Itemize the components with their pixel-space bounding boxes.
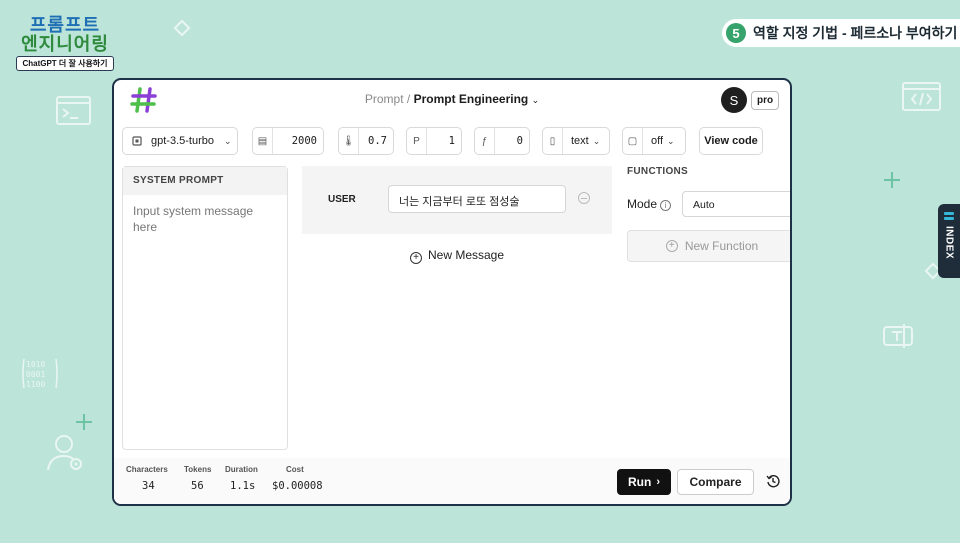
tokens-value: 56 xyxy=(191,480,204,492)
chapter-title-banner: 5 역할 지정 기법 - 페르소나 부여하기 xyxy=(722,19,960,47)
svg-text:1010: 1010 xyxy=(26,360,45,369)
tokens-stat: Tokens 56 xyxy=(184,465,211,492)
message-row: USER 너는 지금부터 로또 점성술 xyxy=(302,166,612,234)
breadcrumb-current[interactable]: Prompt Engineering xyxy=(414,92,529,106)
view-code-button[interactable]: View code xyxy=(699,127,763,155)
plus-circle-icon: + xyxy=(665,240,678,252)
index-tab[interactable]: INDEX xyxy=(938,204,960,278)
history-icon[interactable] xyxy=(766,474,780,488)
breadcrumb: Prompt / Prompt Engineering ⌄ xyxy=(114,92,790,106)
message-input[interactable]: 너는 지금부터 로또 점성술 xyxy=(388,185,566,213)
new-function-button[interactable]: + New Function xyxy=(627,230,790,262)
frequency-penalty-field[interactable]: ƒ 0 xyxy=(474,127,530,155)
functions-header: FUNCTIONS xyxy=(627,166,689,177)
functions-panel: FUNCTIONS Mode i Auto + New Function xyxy=(627,166,790,262)
index-tab-label: INDEX xyxy=(943,226,955,260)
characters-stat: Characters 34 xyxy=(126,465,168,492)
logo-tagline: ChatGPT 더 잘 사용하기 xyxy=(16,56,114,71)
chevron-right-icon: › xyxy=(656,476,660,488)
frequency-penalty-value: 0 xyxy=(516,135,523,147)
top-p-icon: P xyxy=(407,128,427,154)
text-tool-icon xyxy=(882,322,914,350)
new-message-button[interactable]: + New Message xyxy=(302,248,612,264)
model-value: gpt-3.5-turbo xyxy=(151,135,214,147)
chevron-down-icon: ⌄ xyxy=(592,135,601,146)
course-logo: 프롬프트 엔지니어링 ChatGPT 더 잘 사용하기 xyxy=(16,16,114,71)
response-format-select[interactable]: ▯ text ⌄ xyxy=(542,127,610,155)
playground-window: Prompt / Prompt Engineering ⌄ S pro gpt-… xyxy=(112,78,792,506)
user-avatar[interactable]: S xyxy=(721,87,747,113)
run-label: Run xyxy=(628,475,652,489)
chevron-down-icon[interactable]: ⌄ xyxy=(532,95,540,105)
plus-decoration xyxy=(882,170,902,190)
message-role[interactable]: USER xyxy=(328,194,356,205)
binary-icon: 1010 0001 1100 xyxy=(22,358,58,390)
cost-value: $0.00008 xyxy=(272,480,323,492)
svg-text:1100: 1100 xyxy=(26,380,45,389)
user-settings-icon xyxy=(44,432,88,472)
top-bar: Prompt / Prompt Engineering ⌄ S pro xyxy=(114,80,790,120)
duration-stat: Duration 1.1s xyxy=(225,465,258,492)
system-prompt-panel[interactable]: SYSTEM PROMPT Input system message here xyxy=(122,166,288,450)
top-p-value: 1 xyxy=(448,135,455,147)
cost-label: Cost xyxy=(286,465,304,474)
plus-decoration xyxy=(74,412,94,432)
terminal-icon xyxy=(56,96,92,126)
tokens-label: Tokens xyxy=(184,465,212,474)
system-prompt-header: SYSTEM PROMPT xyxy=(123,167,287,195)
mode-label: Mode xyxy=(627,197,658,211)
max-tokens-value: 2000 xyxy=(291,135,317,147)
duration-value: 1.1s xyxy=(230,480,256,492)
temperature-value: 0.7 xyxy=(368,135,387,147)
plus-circle-icon: + xyxy=(409,252,422,264)
json-mode-value: off xyxy=(651,135,664,147)
response-format-value: text xyxy=(571,135,589,147)
characters-label: Characters xyxy=(126,465,168,474)
diamond-decoration xyxy=(172,18,192,38)
footer-bar: Characters 34 Tokens 56 Duration 1.1s Co… xyxy=(114,458,790,504)
logo-title-line1: 프롬프트 xyxy=(29,15,101,36)
tokens-icon: ▤ xyxy=(253,128,273,154)
new-function-label: New Function xyxy=(684,239,759,253)
compare-button[interactable]: Compare xyxy=(677,469,754,495)
chip-icon xyxy=(132,136,142,146)
plan-badge: pro xyxy=(751,91,780,110)
system-prompt-input[interactable]: Input system message here xyxy=(123,195,287,243)
chapter-title: 역할 지정 기법 - 페르소나 부여하기 xyxy=(753,25,958,41)
info-icon[interactable]: i xyxy=(660,200,672,211)
characters-value: 34 xyxy=(142,480,155,492)
index-bars-icon xyxy=(944,212,954,215)
model-select[interactable]: gpt-3.5-turbo ⌄ xyxy=(122,127,238,155)
format-icon: ▯ xyxy=(543,128,563,154)
parameters-toolbar: gpt-3.5-turbo ⌄ ▤ 2000 🌡 0.7 P 1 ƒ 0 ▯ t… xyxy=(114,127,790,157)
top-p-field[interactable]: P 1 xyxy=(406,127,462,155)
cost-stat: Cost $0.00008 xyxy=(272,465,323,492)
new-message-label: New Message xyxy=(427,248,505,262)
mode-select[interactable]: Auto xyxy=(682,191,790,217)
mode-label-wrap: Mode i xyxy=(627,197,672,211)
toggle-icon: ▢ xyxy=(623,128,643,154)
function-icon: ƒ xyxy=(475,128,495,154)
breadcrumb-parent[interactable]: Prompt / xyxy=(365,92,410,106)
index-bars-icon-line xyxy=(944,217,954,220)
remove-message-icon[interactable] xyxy=(578,192,590,204)
thermometer-icon: 🌡 xyxy=(339,128,359,154)
chevron-down-icon: ⌄ xyxy=(667,135,675,146)
temperature-field[interactable]: 🌡 0.7 xyxy=(338,127,394,155)
duration-label: Duration xyxy=(225,465,258,474)
code-window-icon xyxy=(902,82,942,112)
chapter-number-badge: 5 xyxy=(726,23,746,43)
logo-title-line2: 엔지니어링 xyxy=(21,34,109,55)
mode-row: Mode i Auto xyxy=(627,191,790,217)
messages-panel: USER 너는 지금부터 로또 점성술 + New Message xyxy=(302,166,612,264)
max-tokens-field[interactable]: ▤ 2000 xyxy=(252,127,324,155)
json-mode-select[interactable]: ▢ off ⌄ xyxy=(622,127,686,155)
run-button[interactable]: Run › xyxy=(617,469,671,495)
chevron-down-icon: ⌄ xyxy=(223,135,232,146)
svg-text:0001: 0001 xyxy=(26,370,45,379)
